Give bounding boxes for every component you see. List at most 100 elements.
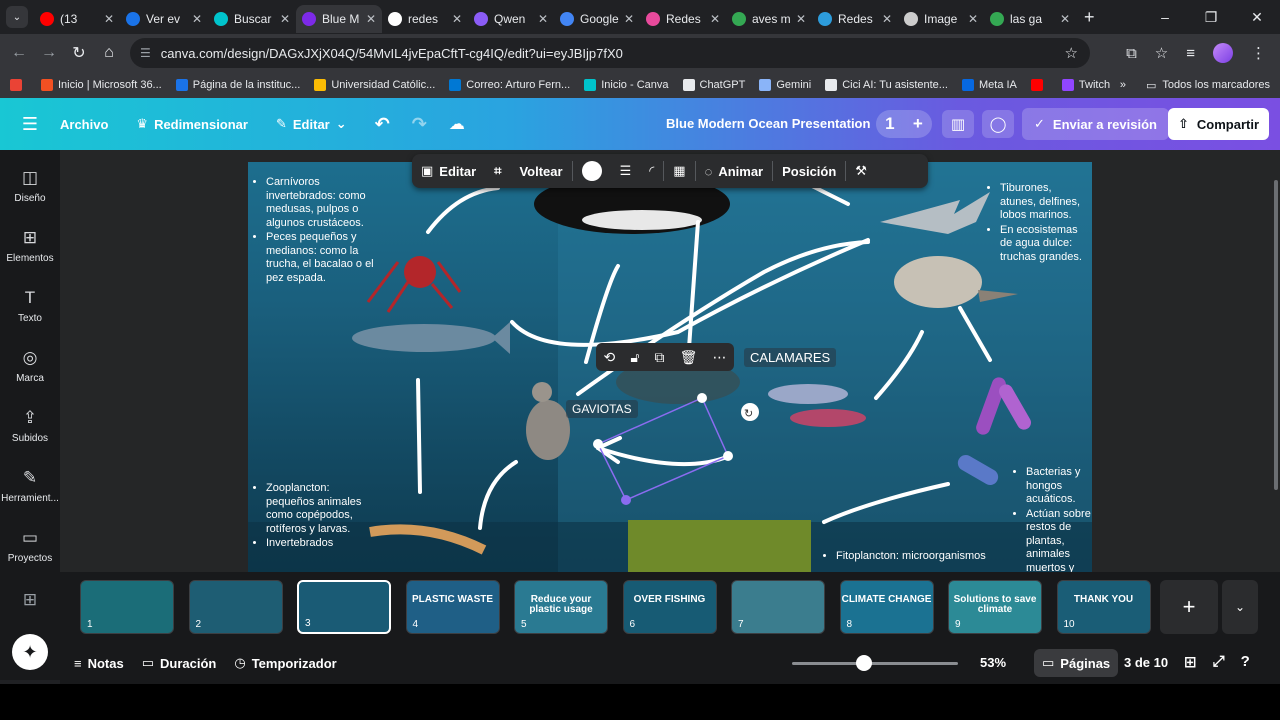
tab-close-icon[interactable]: ✕	[366, 12, 376, 26]
back-icon[interactable]: ←	[4, 44, 34, 62]
media-icon[interactable]: ≡	[1186, 45, 1195, 62]
page-thumbnail[interactable]: 2	[188, 580, 283, 634]
home-icon[interactable]: ⌂	[94, 44, 124, 62]
notes-button[interactable]: ≡ Notas	[74, 656, 124, 671]
apps-icon[interactable]: ⊞	[0, 590, 60, 610]
timer-button[interactable]: ◷ Temporizador	[234, 655, 336, 671]
share-button[interactable]: ⇧ Compartir	[1168, 108, 1270, 140]
archivo-button[interactable]: Archivo	[60, 117, 108, 132]
tab-close-icon[interactable]: ✕	[280, 12, 290, 26]
zoom-slider-handle[interactable]	[856, 655, 872, 671]
page-thumbnail[interactable]: Solutions to save climate 9	[948, 580, 1042, 634]
bookmark-item[interactable]: Meta IA	[961, 79, 1017, 91]
page-thumbnail[interactable]: 3	[297, 580, 391, 634]
duration-button[interactable]: ▭ Duración	[142, 655, 217, 671]
zoom-slider[interactable]	[792, 662, 958, 665]
line-weight-icon[interactable]: ☰	[611, 163, 641, 179]
profile-avatar[interactable]	[1213, 43, 1233, 63]
page-thumbnail[interactable]: PLASTIC WASTE 4	[405, 580, 500, 634]
zoom-value[interactable]: 53%	[980, 655, 1006, 670]
close-window-icon[interactable]: ✕	[1234, 9, 1280, 26]
site-info-icon[interactable]: ☰	[140, 46, 151, 60]
browser-tab[interactable]: Blue M ✕	[296, 5, 382, 33]
send-review-button[interactable]: ✓ Enviar a revisión	[1022, 108, 1169, 140]
text-bottom-center[interactable]: Fitoplancton: microorganismos	[824, 550, 1024, 565]
position-button[interactable]: Posición	[773, 164, 845, 179]
sidebar-item-elementos[interactable]: ⊞ Elementos	[0, 228, 60, 264]
bookmarks-more[interactable]: » ▭ Todos los marcadores	[1120, 72, 1270, 98]
duplicate-icon[interactable]: ⧉	[655, 349, 665, 366]
browser-tab[interactable]: Redes ✕	[812, 5, 898, 33]
label-gaviotas[interactable]: GAVIOTAS	[566, 400, 638, 418]
animate-button[interactable]: ◌ Animar	[696, 164, 773, 179]
tab-close-icon[interactable]: ✕	[104, 12, 114, 26]
lock-icon[interactable]: 🔓︎	[630, 349, 639, 366]
paint-format-icon[interactable]: ⚒	[846, 163, 876, 179]
page-thumbnail[interactable]: 1	[80, 580, 174, 634]
tab-close-icon[interactable]: ✕	[538, 12, 548, 26]
text-left-top[interactable]: Carnívoros invertebrados: como medusas, …	[254, 176, 384, 286]
sidebar-item-subidos[interactable]: ⇪ Subidos	[0, 408, 60, 444]
browser-tab[interactable]: Image ✕	[898, 5, 984, 33]
tab-close-icon[interactable]: ✕	[1060, 12, 1070, 26]
redimensionar-button[interactable]: ♛ Redimensionar	[136, 116, 248, 132]
tab-close-icon[interactable]: ✕	[452, 12, 462, 26]
browser-tab[interactable]: aves m ✕	[726, 5, 812, 33]
collaborators-control[interactable]: 1 +	[876, 110, 932, 138]
tab-close-icon[interactable]: ✕	[968, 12, 978, 26]
browser-tab[interactable]: Ver ev ✕	[120, 5, 208, 33]
ai-edit-icon[interactable]: ⟲	[604, 349, 616, 366]
sidebar-item-marca[interactable]: ◎ Marca	[0, 348, 60, 384]
redo-icon[interactable]: ↷	[412, 114, 427, 135]
fullscreen-icon[interactable]: ⤢	[1213, 653, 1225, 671]
tab-close-icon[interactable]: ✕	[624, 12, 634, 26]
minimize-icon[interactable]: –	[1142, 9, 1188, 25]
vertical-scrollbar[interactable]	[1274, 180, 1278, 490]
url-input[interactable]: ☰ canva.com/design/DAGxJXjX04Q/54MvIL4jv…	[130, 38, 1090, 68]
comment-icon[interactable]: ◯	[982, 110, 1014, 138]
tab-close-icon[interactable]: ✕	[710, 12, 720, 26]
bookmark-item[interactable]: Cici AI: Tu asistente...	[825, 79, 948, 91]
extensions-icon[interactable]: ⧉	[1126, 45, 1137, 62]
bookmark-item[interactable]: Inicio | Microsoft 36...	[41, 79, 162, 91]
page-thumbnail[interactable]: 7	[731, 580, 825, 634]
tab-search-button[interactable]: ⌄	[6, 6, 28, 28]
new-tab-button[interactable]: +	[1084, 7, 1095, 28]
crop-icon[interactable]: ⌗	[485, 163, 510, 179]
text-right-bottom[interactable]: Bacterias y hongos acuáticos.Actúan sobr…	[1014, 466, 1092, 572]
bookmark-item[interactable]	[1030, 79, 1048, 91]
add-page-button[interactable]: +	[1160, 580, 1218, 634]
bookmark-star-icon[interactable]: ☆	[1065, 44, 1078, 62]
bookmark-item[interactable]: Twitch	[1061, 79, 1110, 91]
page-thumbnail[interactable]: Reduce your plastic usage 5	[514, 580, 608, 634]
gmail-bookmark[interactable]	[10, 79, 27, 91]
color-swatch[interactable]	[573, 161, 611, 181]
collapse-filmstrip-button[interactable]: ⌄	[1222, 580, 1258, 634]
browser-tab[interactable]: Buscar ✕	[208, 5, 296, 33]
document-title[interactable]: Blue Modern Ocean Presentation	[666, 116, 870, 131]
edit-image-button[interactable]: ▣ Editar	[412, 163, 485, 179]
chart-icon[interactable]: ▥	[942, 110, 974, 138]
grid-view-icon[interactable]: ⊞	[1184, 653, 1197, 671]
bookmark-item[interactable]: Correo: Arturo Fern...	[449, 79, 570, 91]
tab-close-icon[interactable]: ✕	[192, 12, 202, 26]
corner-rounding-icon[interactable]: ◜	[640, 163, 663, 179]
editar-mode-button[interactable]: ✎ Editar ⌄	[276, 116, 347, 132]
hamburger-icon[interactable]: ☰	[0, 114, 60, 135]
sidebar-item-diseño[interactable]: ◫ Diseño	[0, 168, 60, 204]
flip-button[interactable]: Voltear	[510, 164, 571, 179]
bookmark-item[interactable]: Página de la instituc...	[175, 79, 300, 91]
transparency-icon[interactable]: ▦	[664, 163, 694, 179]
tab-close-icon[interactable]: ✕	[796, 12, 806, 26]
magic-sparkle-button[interactable]: ✦	[12, 634, 48, 670]
pages-button[interactable]: ▭ Páginas	[1034, 649, 1119, 677]
bookmark-item[interactable]: Gemini	[759, 79, 811, 91]
bookmark-item[interactable]: Universidad Católic...	[314, 79, 435, 91]
text-left-bottom[interactable]: Zooplancton: pequeños animales como copé…	[254, 482, 364, 552]
sidebar-item-proyectos[interactable]: ▭ Proyectos	[0, 528, 60, 564]
menu-icon[interactable]: ⋮	[1251, 44, 1266, 62]
browser-tab[interactable]: las ga ✕	[984, 5, 1076, 33]
undo-icon[interactable]: ↶	[375, 114, 390, 135]
text-right-top[interactable]: Tiburones, atunes, delfines, lobos marin…	[988, 182, 1088, 265]
sidebar-item-texto[interactable]: T Texto	[0, 288, 60, 324]
